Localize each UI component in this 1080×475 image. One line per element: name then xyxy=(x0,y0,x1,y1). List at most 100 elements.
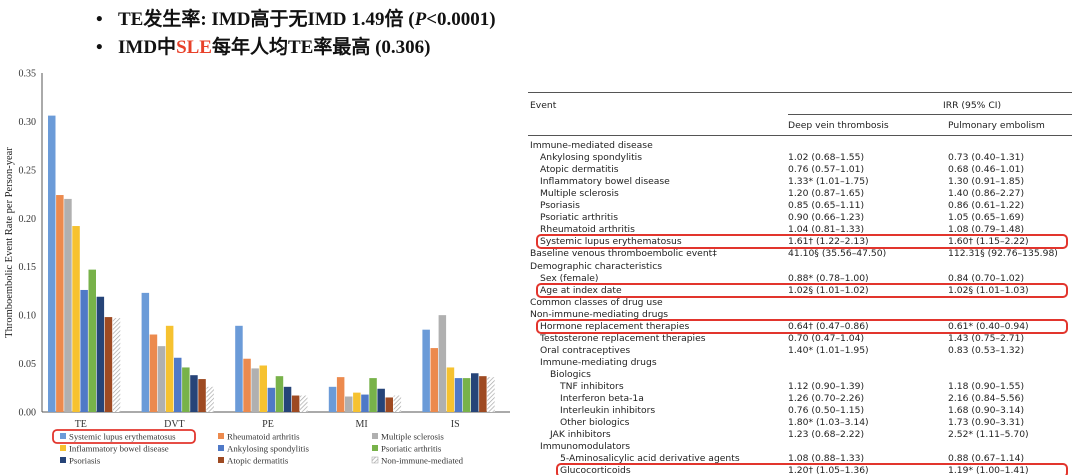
bullet-glyph-1: • xyxy=(96,9,103,30)
y-axis-title: Thromboembolic Event Rate per Person-yea… xyxy=(4,147,15,338)
bar-is-psoriatic-arthritis xyxy=(462,378,471,412)
legend-label: Inflammatory bowel disease xyxy=(69,444,169,454)
row-highlight-box xyxy=(536,234,1068,250)
row-highlight-box xyxy=(536,282,1068,298)
table-cell-pe: 1.40 (0.86–2.27) xyxy=(948,188,1025,200)
legend-label: Systemic lupus erythematosus xyxy=(69,432,176,442)
table-cell-dvt: 0.90 (0.66–1.23) xyxy=(788,212,865,224)
table-row-label: Multiple sclerosis xyxy=(540,188,619,200)
headline-bullets: • TE发生率: IMD高于无IMD 1.49倍 (P<0.0001) • IMD中… xyxy=(96,6,496,62)
x-tick-label: DVT xyxy=(164,419,185,430)
bullet-glyph-2: • xyxy=(96,37,103,58)
header-pe: Pulmonary embolism xyxy=(948,120,1045,131)
table-cell-pe: 1.73 (0.90–3.31) xyxy=(948,417,1025,429)
bar-is-rheumatoid-arthritis xyxy=(430,348,438,412)
legend-swatch xyxy=(372,433,378,439)
table-row-label: Other biologics xyxy=(560,417,630,429)
bullet-1-text-a: TE发生率: IMD高于无IMD 1.49倍 ( xyxy=(118,9,415,30)
table-row-label: Sex (female) xyxy=(540,272,599,284)
table-row-label: Immunomodulators xyxy=(540,441,631,453)
bar-mi-systemic-lupus-erythematosus xyxy=(328,386,337,412)
bar-dvt-systemic-lupus-erythematosus xyxy=(141,292,150,412)
header-irr: IRR (95% CI) xyxy=(943,100,1002,111)
table-row-label: Atopic dermatitis xyxy=(540,164,619,176)
legend-label: Psoriatic arthritis xyxy=(381,444,442,454)
bar-is-atopic-dermatitis xyxy=(479,376,487,412)
legend-label: Atopic dermatitis xyxy=(227,456,289,466)
bullet-1-text-b: <0.0001) xyxy=(426,9,496,30)
table-cell-pe: 0.83 (0.53–1.32) xyxy=(948,344,1025,356)
table-row-label: Psoriasis xyxy=(540,200,580,212)
table-cell-pe: 112.31§ (92.76–135.98) xyxy=(948,248,1058,260)
bar-is-multiple-sclerosis xyxy=(438,315,447,412)
sle-highlight-text: SLE xyxy=(176,37,212,58)
table-cell-pe: 0.84 (0.70–1.02) xyxy=(948,272,1025,284)
table-cell-dvt: 0.76 (0.57–1.01) xyxy=(788,164,865,176)
bar-pe-psoriasis xyxy=(283,386,292,412)
table-row-label: Psoriatic arthritis xyxy=(540,212,618,224)
table-row-label: TNF inhibitors xyxy=(560,381,624,392)
x-tick-label: IS xyxy=(451,419,460,430)
table-cell-pe: 1.18 (0.90–1.55) xyxy=(948,381,1025,392)
x-tick-label: MI xyxy=(355,419,367,430)
bar-mi-psoriatic-arthritis xyxy=(369,378,377,412)
legend-swatch xyxy=(60,457,66,463)
bar-te-atopic-dermatitis xyxy=(104,317,113,412)
table-cell-dvt: 0.85 (0.65–1.11) xyxy=(788,200,865,212)
row-highlight-box xyxy=(556,463,1068,475)
y-tick-label: 0.05 xyxy=(19,359,37,370)
legend-label: Psoriasis xyxy=(69,456,101,466)
y-tick-label: 0.25 xyxy=(19,165,37,176)
y-tick-label: 0.35 xyxy=(19,69,37,80)
legend-swatch xyxy=(218,445,224,451)
bar-te-multiple-sclerosis xyxy=(64,198,72,412)
table-cell-dvt: 1.23 (0.68–2.22) xyxy=(788,429,865,441)
table-cell-dvt: 1.26 (0.70–2.26) xyxy=(788,393,865,405)
event-rate-bar-chart: 0.00 0.05 0.10 0.15 0.20 0.25 0.30 0.35 Thromboe… xyxy=(4,69,510,466)
legend-label: Multiple sclerosis xyxy=(381,432,444,442)
header-event: Event xyxy=(530,100,557,111)
table-cell-dvt: 1.80* (1.03–3.14) xyxy=(788,417,869,429)
bar-mi-ankylosing-spondylitis xyxy=(361,394,369,412)
header-bottom-rule xyxy=(528,135,1072,136)
irr-sub-rule xyxy=(788,114,1072,115)
bar-te-psoriatic-arthritis xyxy=(88,269,96,412)
bar-mi-psoriasis xyxy=(377,388,385,412)
bar-dvt-rheumatoid-arthritis xyxy=(149,334,158,412)
bar-dvt-inflammatory-bowel-disease xyxy=(165,325,174,412)
table-cell-pe: 2.52* (1.11–5.70) xyxy=(948,429,1029,441)
bar-dvt-non-immune-mediated xyxy=(206,386,214,412)
bar-pe-atopic-dermatitis xyxy=(291,395,300,412)
bar-dvt-ankylosing-spondylitis xyxy=(174,357,182,412)
bar-dvt-atopic-dermatitis xyxy=(198,379,206,412)
bar-pe-rheumatoid-arthritis xyxy=(243,358,251,412)
table-cell-dvt: 41.10§ (35.56–47.50) xyxy=(788,248,887,260)
y-tick-label: 0.15 xyxy=(19,262,37,273)
row-highlight-box xyxy=(536,318,1068,334)
table-cell-pe: 1.43 (0.75–2.71) xyxy=(948,332,1025,344)
bar-pe-inflammatory-bowel-disease xyxy=(259,365,267,412)
table-cell-pe: 0.86 (0.61–1.22) xyxy=(948,200,1025,212)
bar-te-systemic-lupus-erythematosus xyxy=(48,115,56,412)
bar-is-psoriasis xyxy=(471,373,479,412)
legend-swatch xyxy=(372,445,378,451)
table-cell-pe: 1.68 (0.90–3.14) xyxy=(948,405,1025,417)
table-cell-pe: 0.68 (0.46–1.01) xyxy=(948,164,1025,176)
table-row-label: Ankylosing spondylitis xyxy=(540,152,643,164)
table-row-label: Baseline venous thromboembolic event‡ xyxy=(530,248,717,260)
headline-bullet-2: • IMD中SLE每年人均TE率最高 (0.306) xyxy=(96,34,496,62)
y-tick-label: 0.10 xyxy=(19,311,37,322)
table-cell-dvt: 0.70 (0.47–1.04) xyxy=(788,332,865,344)
bar-mi-inflammatory-bowel-disease xyxy=(353,392,361,412)
table-row-label: Biologics xyxy=(550,368,591,380)
headline-bullet-1: • TE发生率: IMD高于无IMD 1.49倍 (P<0.0001) xyxy=(96,6,496,34)
x-tick-label: PE xyxy=(262,419,274,430)
bar-dvt-psoriasis xyxy=(190,375,198,412)
y-tick-label: 0.20 xyxy=(19,214,37,225)
table-cell-dvt: 0.88* (0.78–1.00) xyxy=(788,272,869,284)
table-cell-pe: 0.73 (0.40–1.31) xyxy=(948,152,1025,164)
y-tick-label: 0.30 xyxy=(19,117,37,128)
bar-is-ankylosing-spondylitis xyxy=(454,378,463,412)
bar-pe-multiple-sclerosis xyxy=(251,368,259,412)
table-row-label: Demographic characteristics xyxy=(530,260,663,272)
